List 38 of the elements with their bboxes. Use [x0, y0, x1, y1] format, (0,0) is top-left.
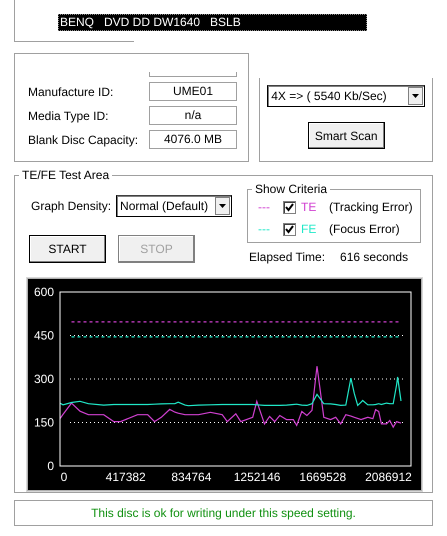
x-axis-label: 834764: [171, 470, 212, 484]
y-axis-label: 450: [34, 328, 54, 342]
field-label: Manufacture ID:: [28, 84, 114, 98]
start-button[interactable]: START: [29, 235, 106, 263]
device-list-item[interactable]: BENQ DVD DD DW1640 BSLB: [58, 14, 367, 31]
field-label: Media Type ID:: [28, 108, 110, 122]
y-axis-label: 0: [47, 459, 54, 473]
graph-density-label: Graph Density:: [31, 199, 112, 213]
group-title: Show Criteria: [252, 182, 330, 196]
x-axis-label: 1252146: [234, 470, 280, 484]
checkbox[interactable]: [283, 200, 296, 214]
smart-scan-button[interactable]: Smart Scan: [308, 122, 385, 149]
elapsed-time-label: Elapsed Time:: [249, 250, 326, 264]
y-axis-label: 600: [34, 285, 54, 299]
legend-line-marker: ---: [258, 222, 271, 236]
x-axis-label: 417382: [106, 470, 146, 484]
graph-density-dropdown[interactable]: Normal (Default): [116, 195, 232, 217]
dropdown-arrow-icon: [412, 94, 420, 98]
status-message: This disc is ok for writing under this speed setting.: [91, 506, 356, 520]
group-title: TE/FE Test Area: [19, 168, 112, 182]
criteria-code: TE: [301, 200, 318, 214]
criteria-description: (Tracking Error): [329, 200, 413, 214]
field-value: 4076.0 MB: [149, 130, 237, 149]
y-axis-label: 150: [34, 416, 54, 430]
criteria-description: (Focus Error): [329, 222, 400, 236]
field-value: UME01: [149, 82, 237, 101]
y-axis-label: 300: [34, 372, 54, 386]
elapsed-time-value: 616 seconds: [340, 250, 408, 264]
dropdown-arrow-icon: [219, 204, 226, 208]
legend-line-marker: ---: [258, 200, 271, 214]
checkbox[interactable]: [283, 222, 296, 236]
speed-dropdown[interactable]: 4X => ( 5540 Kb/Sec): [267, 85, 426, 107]
criteria-code: FE: [301, 222, 318, 236]
x-axis-label: 2086912: [365, 470, 412, 484]
x-axis-label: 0: [60, 470, 68, 484]
x-axis-label: 1669528: [299, 470, 346, 484]
field-value: n/a: [149, 106, 237, 125]
field-label: Blank Disc Capacity:: [28, 132, 140, 146]
